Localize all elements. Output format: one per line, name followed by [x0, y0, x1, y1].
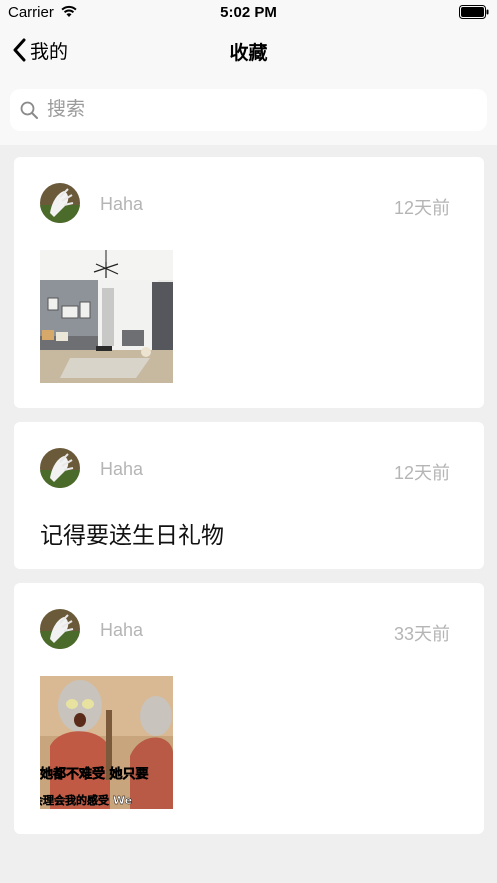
search-bar[interactable] [10, 89, 487, 131]
status-bar: Carrier 5:02 PM [0, 0, 497, 26]
favorite-card[interactable]: Haha 33天前 她都不难受 她只要 会理会我的感受 We [14, 583, 484, 834]
favorite-image[interactable]: 她都不难受 她只要 会理会我的感受 We [40, 676, 173, 809]
favorite-card[interactable]: Haha 12天前 [14, 157, 484, 408]
avatar[interactable] [40, 183, 80, 223]
living-room-photo [40, 250, 173, 383]
username: Haha [100, 620, 144, 640]
search-icon [20, 101, 38, 119]
page-title: 收藏 [229, 43, 268, 64]
timestamp: 12天前 [393, 198, 450, 218]
avatar[interactable] [40, 448, 80, 488]
timestamp: 12天前 [393, 463, 450, 483]
favorite-image[interactable] [40, 250, 173, 383]
username: Haha [100, 459, 144, 479]
meme-photo: 她都不难受 她只要 会理会我的感受 We [40, 676, 173, 809]
meme-caption-2: 会理会我的感受 We [40, 793, 132, 807]
header: Carrier 5:02 PM 我的 收藏 [0, 0, 497, 145]
timestamp: 33天前 [393, 624, 450, 644]
meme-caption-1: 她都不难受 她只要 [40, 766, 149, 782]
username: Haha [100, 194, 144, 214]
navigation-bar: 我的 收藏 [0, 30, 497, 70]
favorite-text: 记得要送生日礼物 [40, 522, 224, 548]
favorite-card[interactable]: Haha 12天前 记得要送生日礼物 [14, 422, 484, 569]
search-input[interactable] [45, 98, 449, 122]
battery-icon [459, 5, 489, 19]
status-time: 5:02 PM [220, 4, 277, 21]
avatar[interactable] [40, 609, 80, 649]
